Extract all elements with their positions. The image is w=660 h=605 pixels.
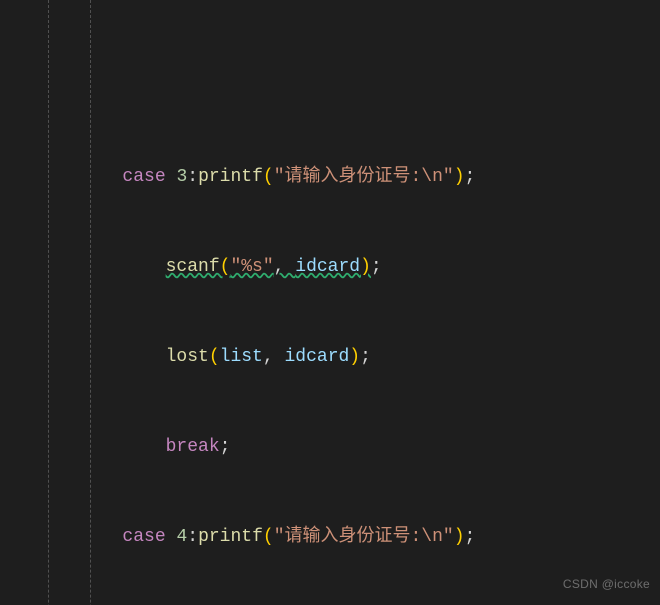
number-literal: 3 [176, 167, 187, 187]
code-line: break; [36, 432, 660, 462]
string-literal: "请输入身份证号:\n" [274, 167, 454, 187]
string-literal: "%s" [230, 257, 273, 277]
indent-guide [90, 0, 91, 605]
fn-printf: printf [198, 527, 263, 547]
code-block: case 3:printf("请输入身份证号:\n"); scanf("%s",… [0, 0, 660, 605]
fn-scanf: scanf [166, 257, 220, 277]
fn-printf: printf [198, 167, 263, 187]
code-line: case 3:printf("请输入身份证号:\n"); [36, 162, 660, 192]
fn-lost: lost [166, 347, 209, 367]
code-line: case 4:printf("请输入身份证号:\n"); [36, 522, 660, 552]
keyword-case: case [122, 527, 165, 547]
watermark: CSDN @iccoke [563, 569, 650, 599]
code-line: scanf("%s", idcard); [36, 252, 660, 282]
code-line: lost(list, idcard); [36, 342, 660, 372]
indent-guide [48, 0, 49, 605]
var-idcard: idcard [295, 257, 360, 277]
keyword-break: break [166, 437, 220, 457]
keyword-case: case [122, 167, 165, 187]
